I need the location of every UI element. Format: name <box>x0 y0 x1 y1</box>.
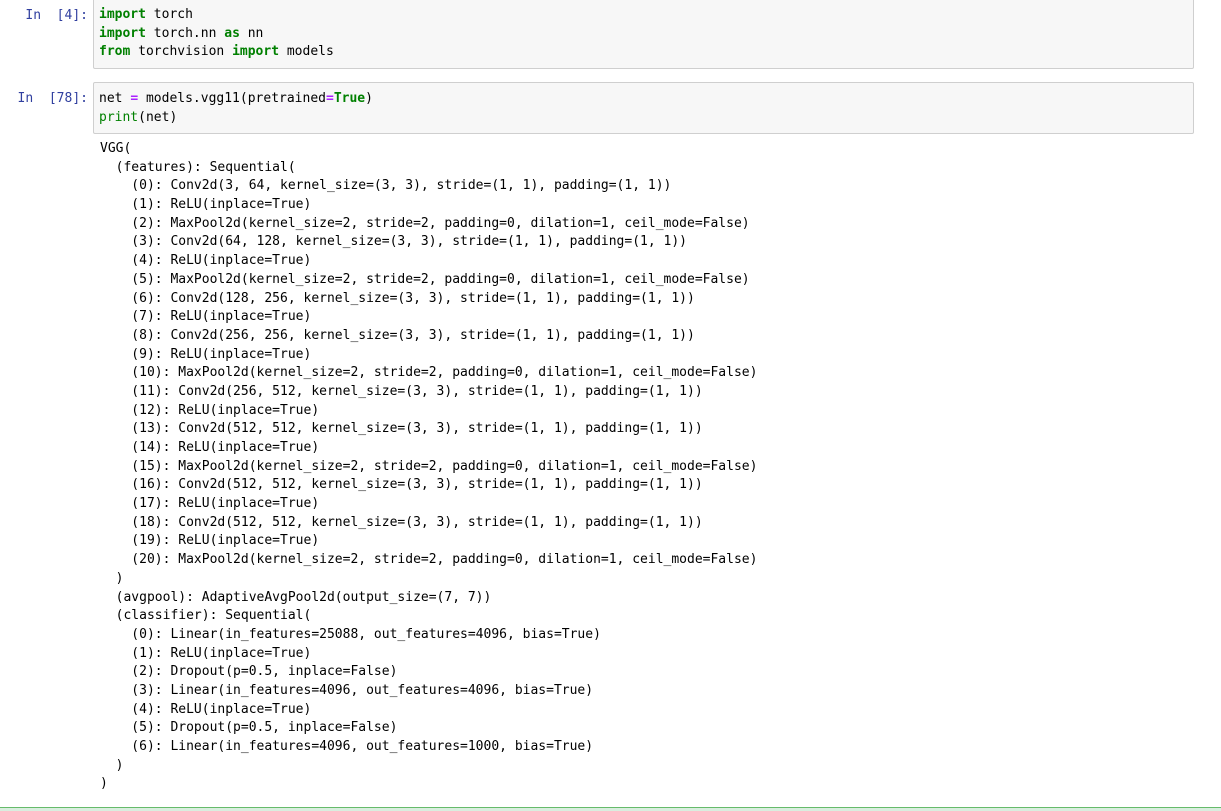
output-line: (1): ReLU(inplace=True) <box>100 197 312 213</box>
code-input[interactable]: import torch import torch.nn as nn from … <box>93 0 1194 69</box>
code-token: torch <box>145 7 193 22</box>
cell-prompt: In [78]: <box>17 91 88 106</box>
code-token: ) <box>365 91 373 106</box>
code-token: from <box>99 44 131 60</box>
output-line: (6): Conv2d(128, 256, kernel_size=(3, 3)… <box>100 290 695 306</box>
cell-prompt: In [4]: <box>25 8 88 23</box>
output-line: (5): MaxPool2d(kernel_size=2, stride=2, … <box>100 271 750 287</box>
code-line: print(net) <box>99 109 1188 128</box>
output-line: (avgpool): AdaptiveAvgPool2d(output_size… <box>100 589 492 605</box>
output-line: (7): ReLU(inplace=True) <box>100 309 312 325</box>
output-line: (features): Sequential( <box>100 159 296 175</box>
output-line: ) <box>100 757 124 773</box>
code-token: = <box>325 91 334 106</box>
code-token: net <box>99 91 131 106</box>
output-line: (0): Conv2d(3, 64, kernel_size=(3, 3), s… <box>100 178 672 194</box>
output-line: (8): Conv2d(256, 256, kernel_size=(3, 3)… <box>100 327 695 343</box>
output-line: (2): MaxPool2d(kernel_size=2, stride=2, … <box>100 215 750 231</box>
output-line: (19): ReLU(inplace=True) <box>100 533 320 549</box>
code-token: print <box>99 109 139 125</box>
output-line: (5): Dropout(p=0.5, inplace=False) <box>100 720 398 736</box>
output-line: (0): Linear(in_features=25088, out_featu… <box>100 626 601 642</box>
code-token: models.vgg11(pretrained <box>138 91 326 106</box>
output-line: (9): ReLU(inplace=True) <box>100 346 312 362</box>
code-token: import <box>232 44 280 60</box>
output-line: (12): ReLU(inplace=True) <box>100 402 320 418</box>
output-line: (classifier): Sequential( <box>100 608 312 624</box>
output-line: (15): MaxPool2d(kernel_size=2, stride=2,… <box>100 458 758 474</box>
output-line: (4): ReLU(inplace=True) <box>100 701 312 717</box>
output-line: ) <box>100 570 124 586</box>
selected-cell-indicator <box>0 807 1221 811</box>
code-token: nn <box>239 25 264 41</box>
output-line: (2): Dropout(p=0.5, inplace=False) <box>100 664 398 680</box>
code-input[interactable]: net = models.vgg11(pretrained=True) prin… <box>93 82 1194 134</box>
output-line: (3): Linear(in_features=4096, out_featur… <box>100 682 594 698</box>
code-token: import <box>99 7 146 22</box>
code-token: models <box>279 44 334 60</box>
output-line: (20): MaxPool2d(kernel_size=2, stride=2,… <box>100 552 758 568</box>
code-token: as <box>224 25 240 41</box>
output-line: (3): Conv2d(64, 128, kernel_size=(3, 3),… <box>100 234 687 250</box>
output-line: (11): Conv2d(256, 512, kernel_size=(3, 3… <box>100 383 703 399</box>
output-line: ) <box>100 776 108 792</box>
code-token: torchvision <box>130 44 233 60</box>
output-line: (10): MaxPool2d(kernel_size=2, stride=2,… <box>100 365 758 381</box>
output-line: (17): ReLU(inplace=True) <box>100 496 320 512</box>
code-token: torch.nn <box>145 25 225 41</box>
cell-output: VGG( (features): Sequential( (0): Conv2d… <box>100 140 1190 794</box>
code-token: = <box>130 91 139 106</box>
output-line: (16): Conv2d(512, 512, kernel_size=(3, 3… <box>100 477 703 493</box>
code-line: import torch <box>99 6 1188 25</box>
output-line: (6): Linear(in_features=4096, out_featur… <box>100 739 594 754</box>
code-token: True <box>333 91 366 106</box>
code-line: net = models.vgg11(pretrained=True) <box>99 90 1188 109</box>
code-token: import <box>99 25 146 41</box>
output-line: (4): ReLU(inplace=True) <box>100 253 312 269</box>
output-line: (1): ReLU(inplace=True) <box>100 645 312 661</box>
output-line: VGG( <box>100 141 132 156</box>
output-line: (18): Conv2d(512, 512, kernel_size=(3, 3… <box>100 514 703 530</box>
code-line: from torchvision import models <box>99 43 1188 62</box>
code-token: (net) <box>138 109 178 125</box>
code-line: import torch.nn as nn <box>99 25 1188 44</box>
output-line: (13): Conv2d(512, 512, kernel_size=(3, 3… <box>100 421 703 437</box>
output-line: (14): ReLU(inplace=True) <box>100 440 320 455</box>
